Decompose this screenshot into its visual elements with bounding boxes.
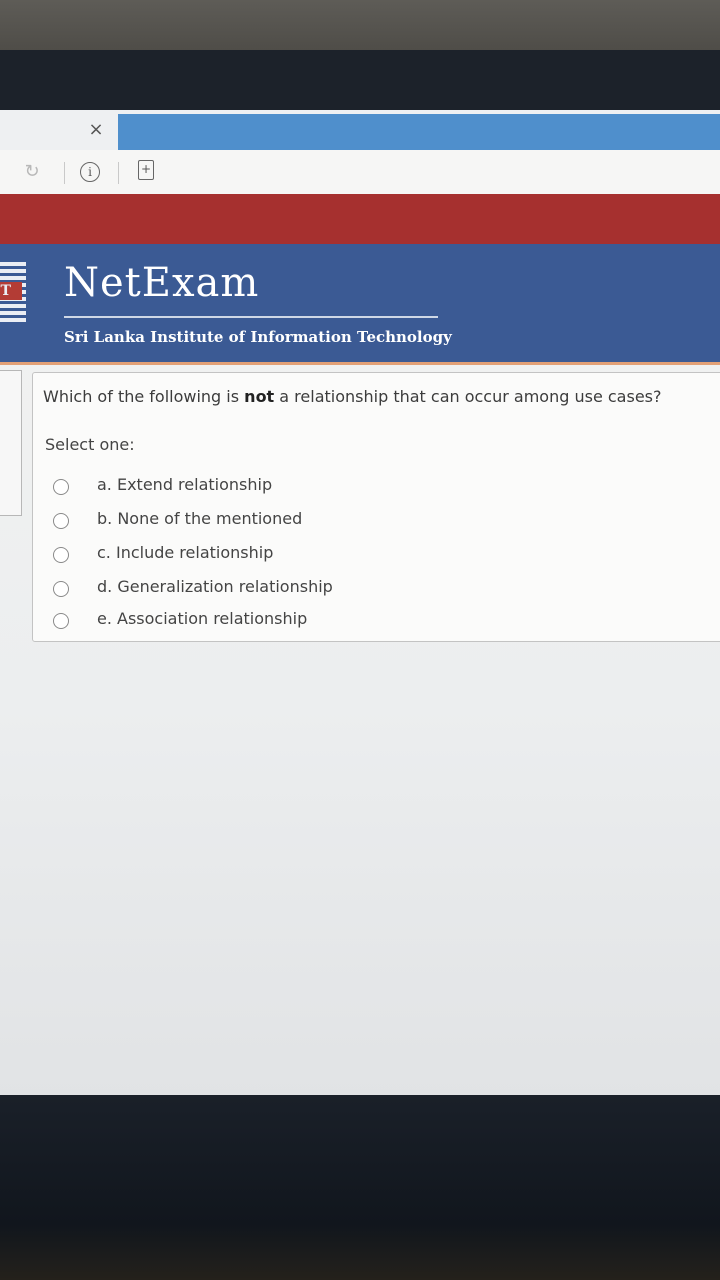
browser-window: × ↻ i + IT NetExam Sri Lanka Institute o… [0,110,720,1100]
info-icon[interactable]: i [80,162,100,182]
sliit-logo-icon: IT [0,262,26,322]
logo-text: IT [0,282,22,300]
monitor-bezel-bottom [0,1095,720,1280]
toolbar-divider [118,162,119,184]
question-emphasis: not [244,387,275,406]
question-text: Which of the following is not a relation… [43,387,720,406]
answer-option-e[interactable]: e. Association relationship [33,609,713,639]
answer-label[interactable]: c. Include relationship [97,543,273,562]
radio-button[interactable] [53,547,69,563]
active-tab[interactable] [118,114,720,152]
tab-bar: × [0,110,720,152]
answer-label[interactable]: e. Association relationship [97,609,307,628]
title-divider [64,316,438,318]
site-title[interactable]: NetExam [64,260,259,306]
answer-option-a[interactable]: a. Extend relationship [33,475,713,505]
answer-label[interactable]: a. Extend relationship [97,475,272,494]
question-text-start: Which of the following is [43,387,245,406]
answer-option-b[interactable]: b. None of the mentioned [33,509,713,539]
question-info-panel [0,370,22,516]
radio-button[interactable] [53,613,69,629]
close-icon[interactable]: × [86,120,106,140]
radio-button[interactable] [53,581,69,597]
question-card: Which of the following is not a relation… [32,372,720,642]
browser-toolbar: ↻ i + [0,150,720,195]
site-top-banner [0,194,720,244]
add-page-icon[interactable]: + [138,160,154,180]
header-accent-line [0,362,720,365]
radio-button[interactable] [53,479,69,495]
answer-option-d[interactable]: d. Generalization relationship [33,577,713,607]
answer-option-c[interactable]: c. Include relationship [33,543,713,573]
radio-button[interactable] [53,513,69,529]
select-one-prompt: Select one: [45,435,135,454]
site-header: IT NetExam Sri Lanka Institute of Inform… [0,244,720,362]
toolbar-divider [64,162,65,184]
answer-label[interactable]: d. Generalization relationship [97,577,333,596]
site-subtitle: Sri Lanka Institute of Information Techn… [64,328,452,346]
question-text-end: a relationship that can occur among use … [274,387,662,406]
answer-label[interactable]: b. None of the mentioned [97,509,302,528]
reload-icon[interactable]: ↻ [22,162,42,182]
